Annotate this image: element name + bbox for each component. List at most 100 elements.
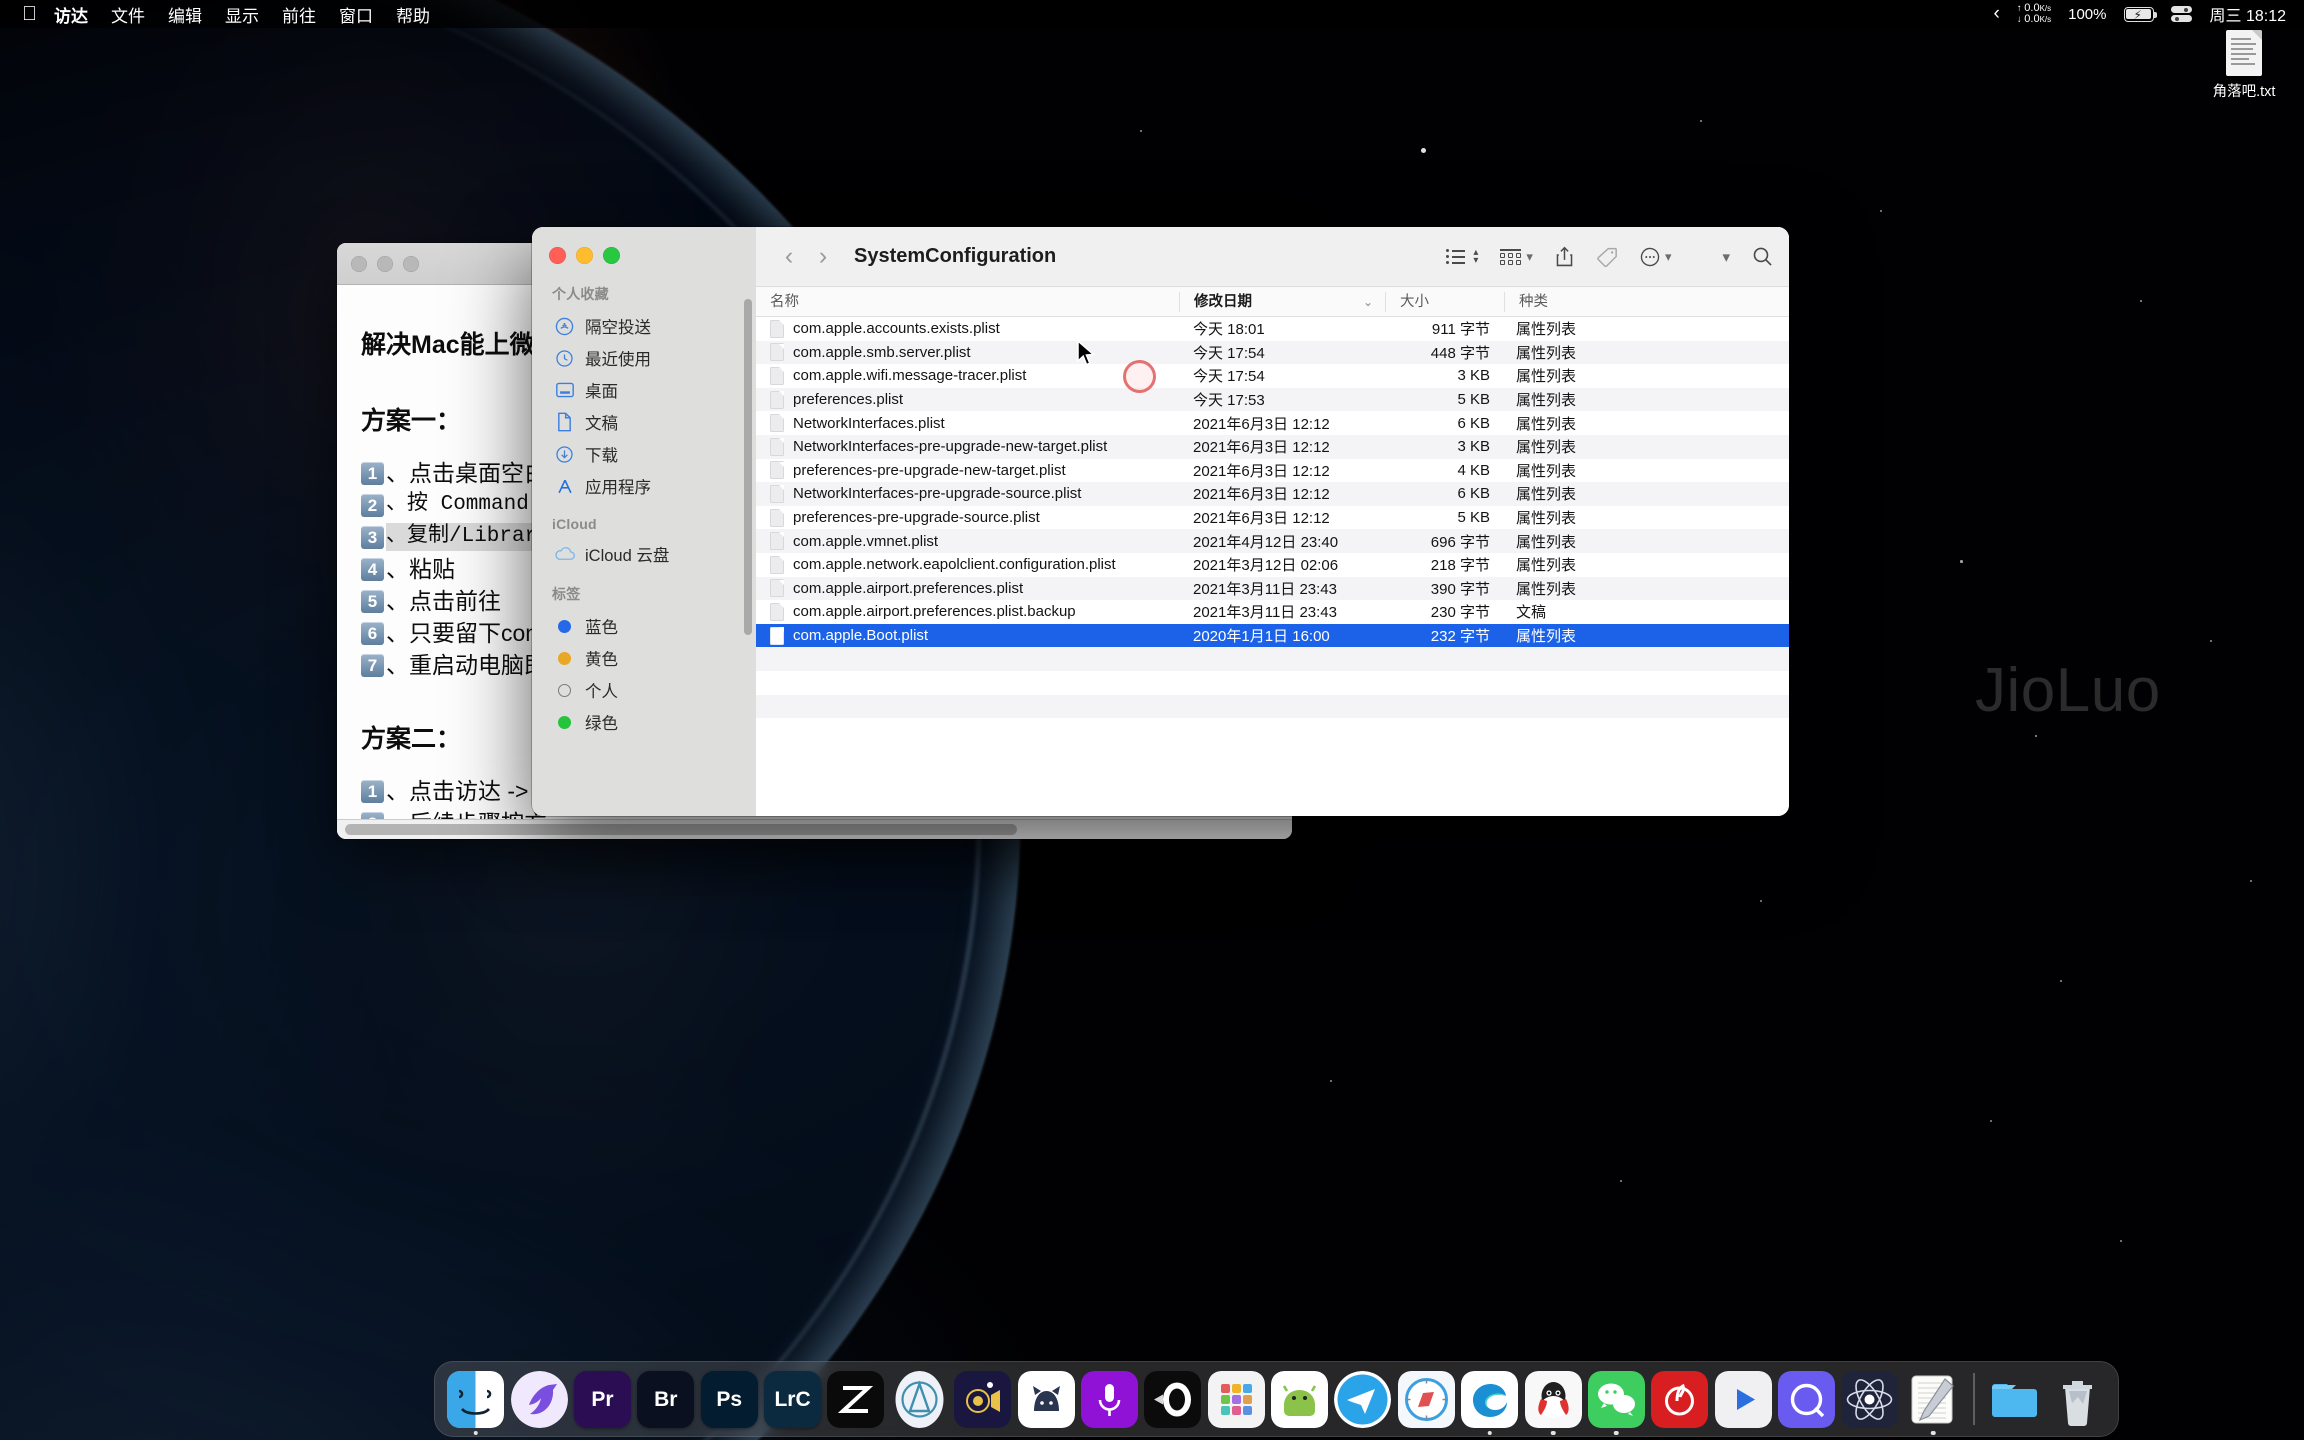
dock-item-safari[interactable]	[1397, 1371, 1455, 1428]
battery-charging-icon[interactable]: ⚡	[2123, 6, 2157, 22]
textedit-zoom-button[interactable]	[403, 255, 419, 272]
dock-item-electron-app[interactable]	[1841, 1371, 1899, 1428]
share-icon[interactable]	[1555, 246, 1574, 267]
menu-item-help[interactable]: 帮助	[396, 2, 430, 27]
sidebar-item-desktop[interactable]: 桌面	[532, 374, 756, 406]
dock-item-photoshop[interactable]: Ps	[700, 1371, 758, 1428]
file-name-cell[interactable]: com.apple.vmnet.plist	[756, 532, 1179, 551]
table-row[interactable]: com.apple.network.eapolclient.configurat…	[756, 553, 1789, 577]
dock-item-qq[interactable]	[1524, 1371, 1582, 1435]
file-name-cell[interactable]: com.apple.airport.preferences.plist	[756, 579, 1179, 598]
network-speed-indicator[interactable]: ↑ 0.0K/s ↓ 0.0K/s	[2017, 3, 2051, 26]
file-name-cell[interactable]: com.apple.wifi.message-tracer.plist	[756, 366, 1179, 385]
table-row[interactable]: com.apple.wifi.message-tracer.plist 今天 17…	[756, 364, 1789, 388]
dock-item-telegram[interactable]	[1334, 1371, 1392, 1428]
table-row[interactable]: NetworkInterfaces-pre-upgrade-source.pli…	[756, 482, 1789, 506]
empty-list-row[interactable]	[756, 718, 1789, 742]
file-name-cell[interactable]: com.apple.network.eapolclient.configurat…	[756, 555, 1179, 574]
search-icon[interactable]	[1752, 246, 1773, 267]
menubar-collapse-chevron-icon[interactable]: ‹	[1994, 3, 2000, 25]
dock-item-bridge[interactable]: Br	[637, 1371, 695, 1428]
column-header-size[interactable]: 大小	[1386, 287, 1504, 317]
menu-item-window[interactable]: 窗口	[339, 2, 373, 27]
battery-percent-label[interactable]: 100%	[2068, 6, 2106, 23]
sidebar-scrollbar[interactable]	[744, 299, 752, 635]
file-name-cell[interactable]: NetworkInterfaces-pre-upgrade-new-target…	[756, 437, 1179, 456]
table-row[interactable]: NetworkInterfaces.plist 2021年6月3日 12:12 6 …	[756, 411, 1789, 435]
dock-item-video-player[interactable]	[1714, 1371, 1772, 1428]
toolbar-overflow-chevron-icon[interactable]: ▾	[1717, 248, 1730, 266]
desktop-file-item[interactable]: 角落吧.txt	[2186, 30, 2302, 101]
file-name-cell[interactable]: com.apple.Boot.plist	[756, 626, 1179, 645]
close-button[interactable]	[549, 246, 566, 264]
sidebar-item-documents[interactable]: 文稿	[532, 406, 756, 438]
column-header-date[interactable]: 修改日期 ⌄	[1180, 287, 1385, 317]
empty-list-row[interactable]	[756, 671, 1789, 695]
table-row[interactable]: com.apple.accounts.exists.plist 今天 18:01 9…	[756, 317, 1789, 341]
dock-item-trash[interactable]	[2049, 1371, 2106, 1428]
dock-item-microsoft-edge[interactable]	[1461, 1371, 1519, 1435]
table-row[interactable]: preferences.plist 今天 17:53 5 KB 属性列表	[756, 387, 1789, 412]
sidebar-item-tag-blue[interactable]: 蓝色	[532, 610, 756, 642]
forward-button[interactable]: ›	[806, 244, 840, 269]
dock-item-arc-browser[interactable]	[891, 1371, 948, 1428]
menu-item-file[interactable]: 文件	[111, 2, 145, 27]
control-center-icon[interactable]	[2170, 6, 2193, 22]
menu-item-finder[interactable]: 访达	[54, 2, 88, 27]
file-name-cell[interactable]: com.apple.smb.server.plist	[756, 343, 1179, 362]
scrollbar-thumb[interactable]	[345, 824, 1017, 835]
dock-item-bird-app[interactable]	[510, 1371, 568, 1428]
sidebar-item-tag-green[interactable]: 绿色	[532, 706, 756, 738]
more-actions-icon[interactable]: ▾	[1640, 247, 1671, 267]
finder-window[interactable]: 个人收藏 隔空投送 最近使用 桌面 文稿 下载 应用程序 iCloud iClo…	[532, 227, 1789, 816]
dock-item-voice-memos[interactable]	[1080, 1371, 1138, 1428]
table-row[interactable]: NetworkInterfaces-pre-upgrade-new-target…	[756, 434, 1789, 459]
dock-item-lightroom-classic[interactable]: LrC	[764, 1371, 822, 1428]
sidebar-item-icloud-drive[interactable]: iCloud 云盘	[532, 538, 756, 570]
empty-list-row[interactable]	[756, 694, 1789, 719]
file-name-cell[interactable]: preferences-pre-upgrade-source.plist	[756, 508, 1179, 527]
minimize-button[interactable]	[576, 246, 593, 264]
table-row[interactable]: com.apple.smb.server.plist 今天 17:54 448 字节…	[756, 340, 1789, 365]
dock-item-netease-music[interactable]	[1651, 1371, 1709, 1428]
table-row[interactable]: preferences-pre-upgrade-new-target.plist…	[756, 459, 1789, 483]
back-button[interactable]: ‹	[772, 244, 806, 269]
dock-item-quark-app[interactable]	[1778, 1371, 1836, 1428]
sidebar-item-tag-yellow[interactable]: 黄色	[532, 642, 756, 674]
apple-logo-icon[interactable]: 	[22, 4, 37, 24]
tag-icon[interactable]	[1596, 246, 1618, 267]
dock-item-android-app[interactable]	[1271, 1371, 1329, 1428]
finder-file-list[interactable]: com.apple.accounts.exists.plist 今天 18:01 9…	[756, 317, 1789, 816]
dock-item-camera-app[interactable]	[954, 1371, 1012, 1428]
sidebar-item-downloads[interactable]: 下载	[532, 438, 756, 470]
dock-item-launchpad[interactable]	[1207, 1371, 1265, 1428]
dock-item-wechat[interactable]	[1587, 1371, 1645, 1435]
sidebar-item-tag-personal[interactable]: 个人	[532, 674, 756, 706]
dock-item-premiere-pro[interactable]: Pr	[573, 1371, 631, 1428]
sidebar-item-airdrop[interactable]: 隔空投送	[532, 310, 756, 342]
file-name-cell[interactable]: preferences-pre-upgrade-new-target.plist	[756, 461, 1179, 480]
file-name-cell[interactable]: NetworkInterfaces.plist	[756, 414, 1179, 433]
file-name-cell[interactable]: com.apple.airport.preferences.plist.back…	[756, 602, 1179, 621]
group-by-icon[interactable]: ▾	[1500, 248, 1533, 265]
view-list-icon[interactable]: ▴ ▾	[1446, 247, 1478, 265]
table-row[interactable]: com.apple.vmnet.plist 2021年4月12日 23:40 696…	[756, 529, 1789, 553]
table-row[interactable]: preferences-pre-upgrade-source.plist 2021…	[756, 506, 1789, 530]
column-header-kind[interactable]: 种类	[1505, 287, 1625, 317]
menu-item-go[interactable]: 前往	[282, 2, 316, 27]
dock-item-capcut[interactable]	[827, 1371, 885, 1428]
file-name-cell[interactable]: preferences.plist	[756, 390, 1179, 409]
table-row[interactable]: com.apple.airport.preferences.plist.back…	[756, 600, 1789, 624]
menu-item-view[interactable]: 显示	[225, 2, 259, 27]
table-row[interactable]: com.apple.Boot.plist 2020年1月1日 16:00 232 字…	[756, 623, 1789, 648]
dock-item-textedit[interactable]	[1905, 1371, 1962, 1435]
dock-item-downloads-folder[interactable]	[1986, 1371, 2043, 1428]
empty-list-row[interactable]	[756, 647, 1789, 671]
dock-item-finder[interactable]	[447, 1371, 505, 1435]
menu-item-edit[interactable]: 编辑	[168, 2, 202, 27]
zoom-button[interactable]	[603, 246, 620, 264]
dock-item-obs-app[interactable]	[1144, 1371, 1202, 1428]
menubar-clock[interactable]: 周三 18:12	[2210, 2, 2287, 26]
file-name-cell[interactable]: NetworkInterfaces-pre-upgrade-source.pli…	[756, 484, 1179, 503]
textedit-minimize-button[interactable]	[377, 255, 393, 272]
